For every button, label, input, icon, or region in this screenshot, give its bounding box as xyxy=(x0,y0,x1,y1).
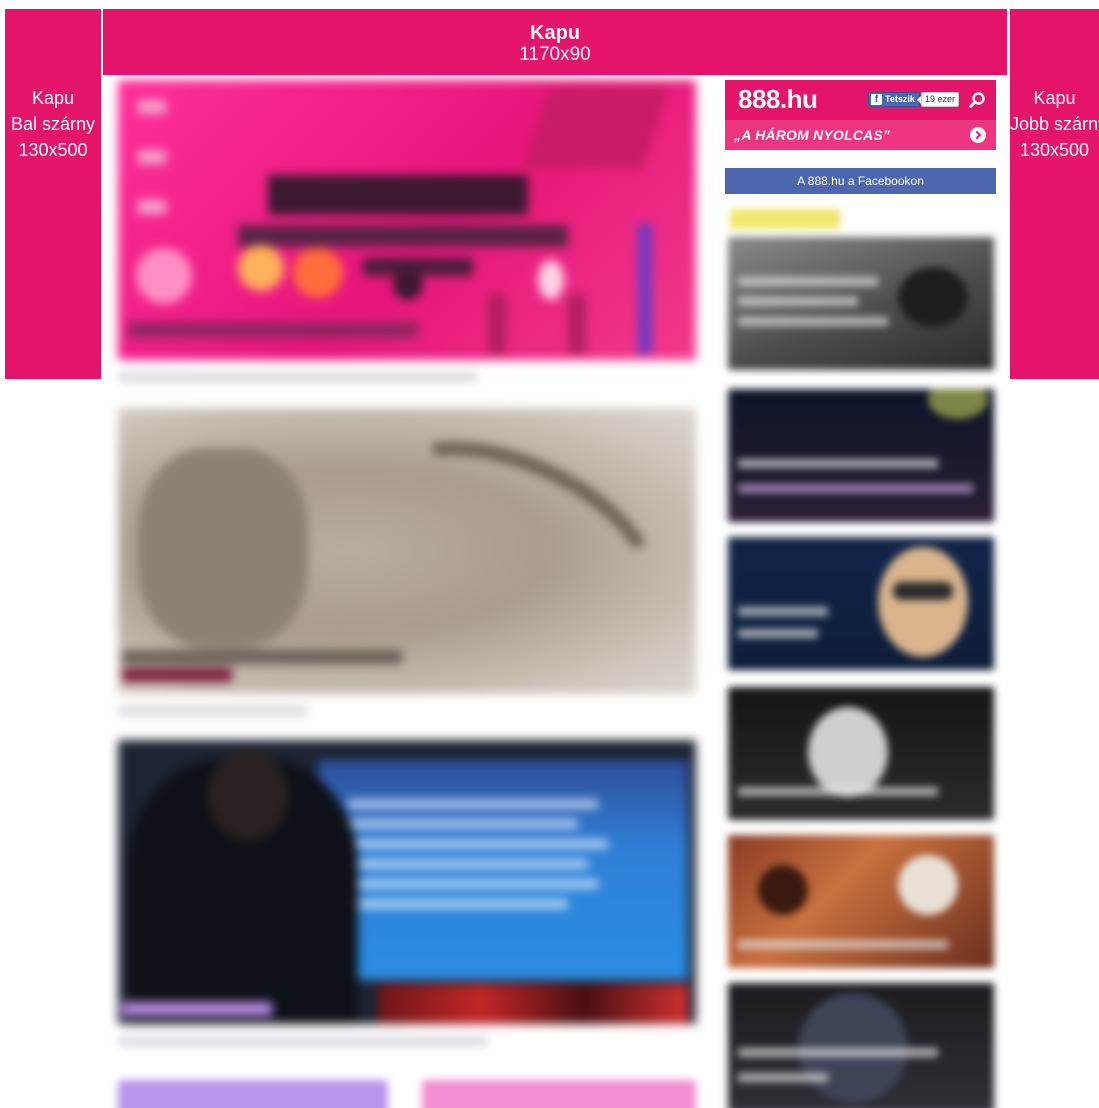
article-card-teaser[interactable] xyxy=(118,1080,388,1108)
section-tag xyxy=(730,209,840,229)
sidebar-article[interactable] xyxy=(728,389,994,522)
facebook-icon: f xyxy=(871,94,882,105)
search-icon[interactable] xyxy=(968,91,986,109)
left-ad-banner[interactable]: Kapu Bal szárny 130x500 xyxy=(5,9,101,379)
facebook-like-button[interactable]: f Tetszik xyxy=(868,92,920,107)
site-logo[interactable]: 888.hu xyxy=(738,83,818,115)
article-card-teaser[interactable] xyxy=(422,1080,696,1108)
left-ad-name: Kapu xyxy=(31,88,75,108)
chevron-right-icon xyxy=(970,127,986,143)
article-image xyxy=(118,740,696,1024)
slogan-bar[interactable]: „A HÁROM NYOLCAS” xyxy=(725,120,996,150)
sidebar-article[interactable] xyxy=(728,835,994,968)
sidebar-article[interactable] xyxy=(728,237,994,370)
left-ad-position: Bal szárny xyxy=(10,114,96,134)
sidebar-article[interactable] xyxy=(728,687,994,820)
top-ad-name: Kapu xyxy=(530,22,580,44)
spacer xyxy=(725,150,996,168)
right-ad-name: Kapu xyxy=(1033,88,1076,108)
left-ad-size: 130x500 xyxy=(18,140,88,160)
facebook-like-count: 19 ezer xyxy=(916,92,960,107)
right-ad-banner[interactable]: Kapu Jobb szárny 130x500 xyxy=(1010,9,1099,379)
right-ad-position: Jobb szárny xyxy=(1010,114,1099,134)
top-ad-banner[interactable]: Kapu 1170x90 xyxy=(103,9,1007,75)
article-image xyxy=(118,408,696,694)
facebook-page-link[interactable]: A 888.hu a Facebookon xyxy=(725,168,996,194)
site-slogan: „A HÁROM NYOLCAS” xyxy=(734,127,891,143)
article-card-photo[interactable] xyxy=(118,740,696,1046)
sidebar-article[interactable] xyxy=(728,983,994,1108)
article-card-photo[interactable] xyxy=(118,408,696,716)
facebook-like-label: Tetszik xyxy=(885,94,915,104)
widget-header: 888.hu f Tetszik 19 ezer xyxy=(725,80,996,120)
sidebar-article[interactable] xyxy=(728,537,994,670)
page: Kapu 1170x90 Kapu Bal szárny 130x500 Kap… xyxy=(0,0,1099,1108)
right-ad-size: 130x500 xyxy=(1019,140,1090,160)
article-card-promo[interactable] xyxy=(118,80,696,382)
site-widget: 888.hu f Tetszik 19 ezer „A HÁROM NYOLCA… xyxy=(725,80,996,194)
top-ad-size: 1170x90 xyxy=(519,44,591,65)
article-image xyxy=(118,80,696,360)
